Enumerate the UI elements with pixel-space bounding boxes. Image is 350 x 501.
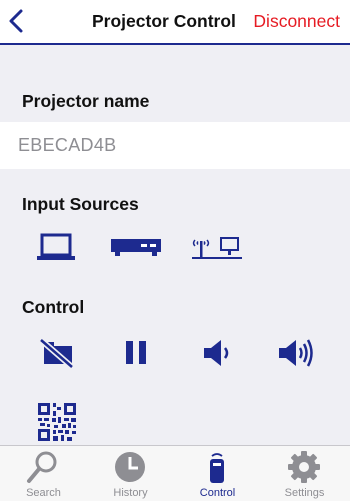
navigation-bar: Projector Control Disconnect	[0, 0, 350, 45]
tab-search[interactable]: Search	[0, 446, 87, 501]
tab-search-label: Search	[26, 487, 61, 499]
qr-code-icon	[38, 403, 76, 441]
tab-history-label: History	[113, 487, 148, 499]
volume-up-button[interactable]	[278, 336, 316, 370]
input-sources-header: Input Sources	[22, 194, 139, 214]
volume-down-button[interactable]	[203, 339, 233, 367]
gear-icon	[288, 451, 320, 483]
av-mute-button[interactable]	[38, 338, 76, 368]
disconnect-button[interactable]: Disconnect	[253, 11, 340, 32]
tab-control[interactable]: Control	[174, 446, 261, 501]
tab-bar: Search History Control Settings	[0, 445, 350, 501]
volume-down-icon	[204, 340, 229, 366]
projector-name-row: EBECAD4B	[0, 122, 350, 169]
pause-button[interactable]	[125, 340, 149, 366]
input-source-network-button[interactable]	[191, 232, 243, 262]
pause-icon	[126, 341, 146, 364]
clock-icon	[115, 452, 145, 482]
av-mute-icon	[39, 338, 74, 368]
tab-settings-label: Settings	[284, 487, 325, 499]
back-button[interactable]	[6, 8, 28, 34]
volume-up-icon	[279, 339, 313, 367]
tab-settings[interactable]: Settings	[261, 446, 348, 501]
page-title: Projector Control	[92, 11, 236, 31]
tab-history[interactable]: History	[87, 446, 174, 501]
control-header: Control	[22, 297, 85, 317]
qr-code-button[interactable]	[38, 403, 76, 441]
video-device-icon	[111, 239, 161, 256]
network-icon	[192, 237, 242, 259]
input-source-computer-button[interactable]	[36, 232, 76, 262]
input-source-video-button[interactable]	[110, 236, 162, 258]
chevron-left-icon	[9, 9, 23, 33]
remote-icon	[210, 453, 224, 483]
laptop-icon	[37, 233, 75, 260]
projector-name-header: Projector name	[22, 91, 150, 111]
tab-control-label: Control	[199, 487, 236, 499]
search-icon	[27, 451, 57, 483]
projector-name-value: EBECAD4B	[18, 135, 117, 155]
